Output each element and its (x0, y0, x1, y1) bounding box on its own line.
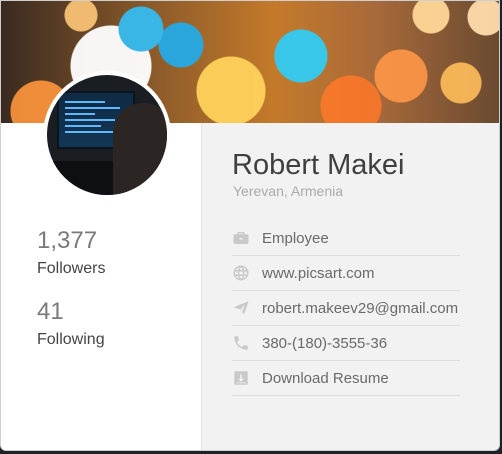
avatar[interactable] (43, 71, 171, 199)
following-label: Following (37, 331, 105, 348)
briefcase-icon (232, 229, 262, 247)
info-row-occupation: Employee (232, 221, 460, 256)
email-link[interactable]: robert.makeev29@gmail.com (262, 300, 458, 317)
followers-count: 1,377 (37, 227, 98, 254)
followers-label: Followers (37, 260, 106, 277)
download-resume-link[interactable]: Download Resume (262, 370, 389, 387)
website-link[interactable]: www.picsart.com (262, 265, 375, 282)
info-row-download-resume[interactable]: Download Resume (232, 361, 460, 396)
info-row-website[interactable]: www.picsart.com (232, 256, 460, 291)
phone-link[interactable]: 380-(180)-3555-36 (262, 335, 387, 352)
info-row-email[interactable]: robert.makeev29@gmail.com (232, 291, 460, 326)
following-count: 41 (37, 298, 64, 325)
info-text: Employee (262, 229, 329, 247)
download-icon (232, 369, 262, 387)
profile-name: Robert Makei (232, 149, 405, 181)
profile-info-list: Employee www.picsart.com robert.makeev29… (232, 221, 460, 396)
avatar-person (113, 103, 167, 195)
info-row-phone[interactable]: 380-(180)-3555-36 (232, 326, 460, 361)
phone-icon (232, 334, 262, 352)
profile-card: 1,377 Followers 41 Following Robert Make… (0, 0, 500, 451)
globe-icon (232, 264, 262, 282)
profile-location: Yerevan, Armenia (233, 183, 343, 199)
paper-plane-icon (232, 299, 262, 317)
